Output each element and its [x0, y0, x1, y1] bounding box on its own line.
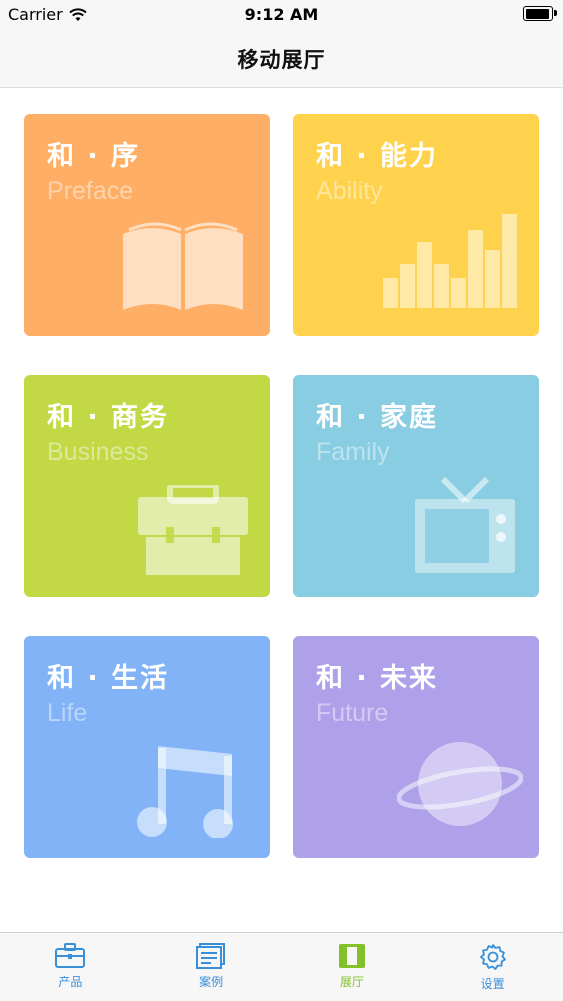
planet-icon [397, 742, 523, 826]
briefcase-icon [55, 943, 86, 968]
tab-gallery[interactable]: 展厅 [282, 933, 423, 1001]
music-note-icon [137, 746, 233, 838]
tile-subtitle: Life [47, 699, 88, 727]
tab-label: 设置 [480, 977, 505, 991]
tile-title: 和 · 序 [47, 141, 141, 172]
status-time: 9:12 AM [244, 5, 319, 24]
tile-future[interactable]: 和 · 未来 Future [293, 636, 539, 858]
tab-label: 产品 [58, 975, 83, 989]
briefcase-icon [138, 485, 248, 575]
tab-label: 展厅 [339, 975, 364, 989]
tile-subtitle: Business [47, 438, 149, 466]
tile-subtitle: Ability [316, 177, 383, 205]
tile-family[interactable]: 和 · 家庭 Family [293, 375, 539, 597]
open-book-icon [123, 222, 243, 310]
tile-subtitle: Family [316, 438, 390, 466]
document-list-icon [196, 943, 226, 969]
battery-icon [523, 6, 557, 21]
gallery-icon [338, 944, 365, 968]
tab-label: 案例 [199, 975, 224, 989]
navigation-bar: 移动展厅 [0, 30, 563, 88]
tab-cases[interactable]: 案例 [141, 933, 282, 1001]
tab-settings[interactable]: 设置 [422, 933, 563, 1001]
tile-subtitle: Preface [47, 177, 134, 205]
tile-title: 和 · 未来 [316, 663, 439, 694]
tab-bar: 产品 案例 展厅 设置 [0, 932, 563, 1001]
tile-title: 和 · 商务 [47, 402, 170, 433]
tile-title: 和 · 家庭 [316, 402, 439, 433]
tile-title: 和 · 生活 [47, 663, 170, 694]
tile-ability[interactable]: 和 · 能力 Ability [293, 114, 539, 336]
status-bar: Carrier 9:12 AM [0, 0, 563, 30]
bar-chart-icon [383, 214, 517, 308]
tab-products[interactable]: 产品 [0, 933, 141, 1001]
tv-icon [415, 476, 515, 573]
tile-life[interactable]: 和 · 生活 Life [24, 636, 270, 858]
tile-preface[interactable]: 和 · 序 Preface [24, 114, 270, 336]
tile-business[interactable]: 和 · 商务 Business [24, 375, 270, 597]
tile-subtitle: Future [316, 699, 389, 727]
page-title: 移动展厅 [237, 47, 326, 72]
gear-icon [479, 944, 506, 970]
tile-title: 和 · 能力 [316, 141, 439, 172]
